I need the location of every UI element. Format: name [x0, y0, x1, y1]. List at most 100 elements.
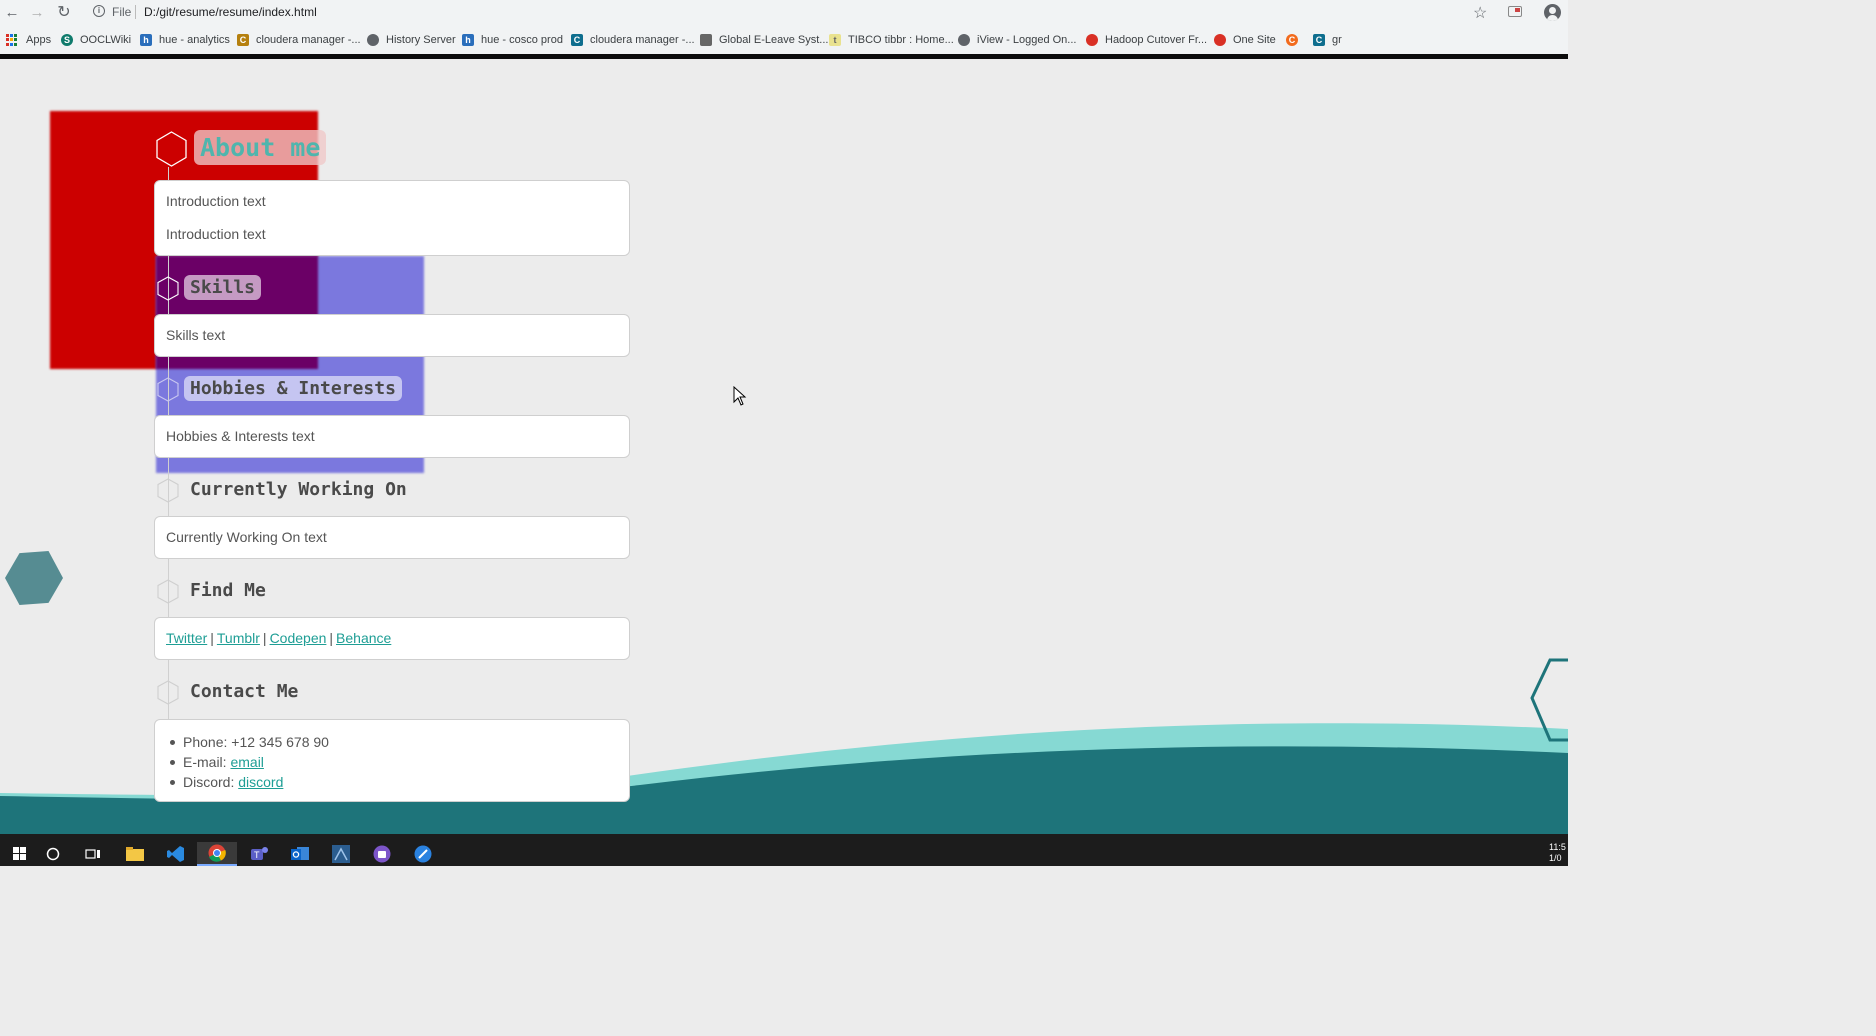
discord-label: Discord:	[183, 774, 239, 790]
url-text[interactable]: D:/git/resume/resume/index.html	[144, 5, 317, 19]
hexagon-decoration	[5, 551, 63, 605]
outlook-icon[interactable]	[280, 842, 320, 866]
skills-text: Skills text	[166, 327, 226, 343]
clock-time: 11:5	[1549, 842, 1566, 852]
chrome-icon[interactable]	[197, 842, 237, 866]
app-icon[interactable]	[362, 842, 402, 866]
working-text: Currently Working On text	[166, 529, 327, 545]
hexagon-outline-decoration	[1530, 658, 1568, 742]
app-icon[interactable]	[403, 842, 443, 866]
section-title-findme: Find Me	[190, 580, 266, 601]
info-icon[interactable]: i	[93, 5, 105, 17]
bookmark-label: One Site	[1233, 34, 1276, 46]
contact-card: Phone: +12 345 678 90 E-mail: email Disc…	[154, 719, 630, 802]
bookmark-label: hue - cosco prod	[481, 34, 563, 46]
cast-icon[interactable]	[1508, 6, 1522, 17]
bookmark-label: OOCLWiki	[80, 34, 132, 46]
bookmark-label: cloudera manager -...	[256, 34, 361, 46]
bookmark-label: Apps	[26, 34, 52, 46]
hexagon-icon	[156, 131, 187, 167]
bookmark-item[interactable]: h hue - cosco prod	[462, 32, 563, 48]
forward-icon[interactable]: →	[27, 3, 47, 23]
profile-icon[interactable]	[1544, 4, 1561, 21]
section-title-working: Currently Working On	[190, 479, 407, 500]
link-separator: |	[210, 630, 214, 646]
bookmark-label: History Server	[386, 34, 456, 46]
bookmark-item[interactable]: iView - Logged On...	[958, 32, 1076, 48]
about-card: Introduction text Introduction text	[154, 180, 630, 256]
contact-discord: Discord: discord	[170, 772, 618, 792]
c-orange-icon: C	[1286, 34, 1298, 46]
bookmark-star-icon[interactable]: ☆	[1473, 3, 1487, 23]
bookmark-label: gr	[1332, 34, 1342, 46]
hexagon-icon	[157, 377, 179, 402]
task-view-icon[interactable]	[73, 842, 113, 866]
bookmark-item[interactable]: S OOCLWiki	[61, 32, 131, 48]
hue-icon: h	[140, 34, 152, 46]
hobbies-card: Hobbies & Interests text	[154, 415, 630, 458]
protocol-label: File	[112, 5, 132, 19]
intro-text: Introduction text	[166, 193, 266, 209]
search-icon[interactable]	[33, 842, 73, 866]
app-icon[interactable]	[321, 842, 361, 866]
cloudera-icon: C	[1313, 34, 1325, 46]
globe-icon	[367, 34, 379, 46]
file-explorer-icon[interactable]	[115, 842, 155, 866]
intro-text: Introduction text	[166, 226, 266, 242]
cloudera-icon: C	[237, 34, 249, 46]
bookmark-label: TIBCO tibbr : Home...	[848, 34, 954, 46]
contact-phone: Phone: +12 345 678 90	[170, 732, 618, 752]
bookmark-item[interactable]: h hue - analytics	[140, 32, 230, 48]
bookmark-item[interactable]: C gr	[1313, 32, 1342, 48]
bookmark-item[interactable]: C cloudera manager -...	[571, 32, 695, 48]
address-separator	[135, 5, 136, 19]
hobbies-text: Hobbies & Interests text	[166, 428, 315, 444]
link-separator: |	[262, 630, 267, 646]
eleave-icon	[700, 34, 712, 46]
email-link[interactable]: email	[230, 754, 263, 770]
phone-text: Phone: +12 345 678 90	[183, 734, 329, 750]
taskbar-strip	[0, 834, 1568, 842]
tibbr-icon: t	[829, 34, 841, 46]
back-icon[interactable]: ←	[2, 3, 22, 23]
system-clock[interactable]: 11:5 1/0	[1549, 842, 1566, 864]
bookmark-item[interactable]: C cloudera manager -...	[237, 32, 361, 48]
sharepoint-icon: S	[61, 34, 73, 46]
browser-toolbar: ← → ↻ i File D:/git/resume/resume/index.…	[0, 0, 1568, 26]
bookmark-label: Global E-Leave Syst...	[719, 34, 829, 46]
link-separator: |	[329, 630, 334, 646]
bookmark-label: Hadoop Cutover Fr...	[1105, 34, 1208, 46]
apps-grid-icon	[6, 34, 18, 46]
hexagon-icon	[157, 276, 179, 301]
bookmark-item[interactable]: t TIBCO tibbr : Home...	[829, 32, 954, 48]
globe-icon	[958, 34, 970, 46]
hexagon-icon	[157, 478, 179, 503]
bookmark-label: hue - analytics	[159, 34, 230, 46]
codepen-link[interactable]: Codepen	[270, 630, 327, 646]
contact-email: E-mail: email	[170, 752, 618, 772]
bookmark-apps[interactable]: Apps	[6, 32, 51, 48]
behance-link[interactable]: Behance	[336, 630, 391, 646]
hexagon-icon	[157, 579, 179, 604]
bookmark-item[interactable]: One Site	[1214, 32, 1276, 48]
email-label: E-mail:	[183, 754, 231, 770]
bookmarks-bar: Apps S OOCLWiki h hue - analytics C clou…	[0, 26, 1568, 54]
bookmark-item[interactable]: History Server	[367, 32, 456, 48]
bookmark-label: cloudera manager -...	[590, 34, 695, 46]
hue-icon: h	[462, 34, 474, 46]
tumblr-link[interactable]: Tumblr	[217, 630, 260, 646]
section-title-skills: Skills	[184, 275, 262, 300]
bookmark-item[interactable]: C	[1286, 32, 1305, 48]
teams-icon[interactable]: T	[239, 842, 279, 866]
vscode-icon[interactable]	[156, 842, 196, 866]
working-card: Currently Working On text	[154, 516, 630, 559]
bookmark-item[interactable]: Hadoop Cutover Fr...	[1086, 32, 1207, 48]
skills-card: Skills text	[154, 314, 630, 357]
discord-link[interactable]: discord	[238, 774, 283, 790]
svg-text:T: T	[254, 850, 260, 860]
bookmark-item[interactable]: Global E-Leave Syst...	[700, 32, 828, 48]
clock-date: 1/0	[1549, 853, 1562, 863]
twitter-link[interactable]: Twitter	[166, 630, 207, 646]
reload-icon[interactable]: ↻	[54, 3, 74, 23]
hadoop-icon	[1086, 34, 1098, 46]
